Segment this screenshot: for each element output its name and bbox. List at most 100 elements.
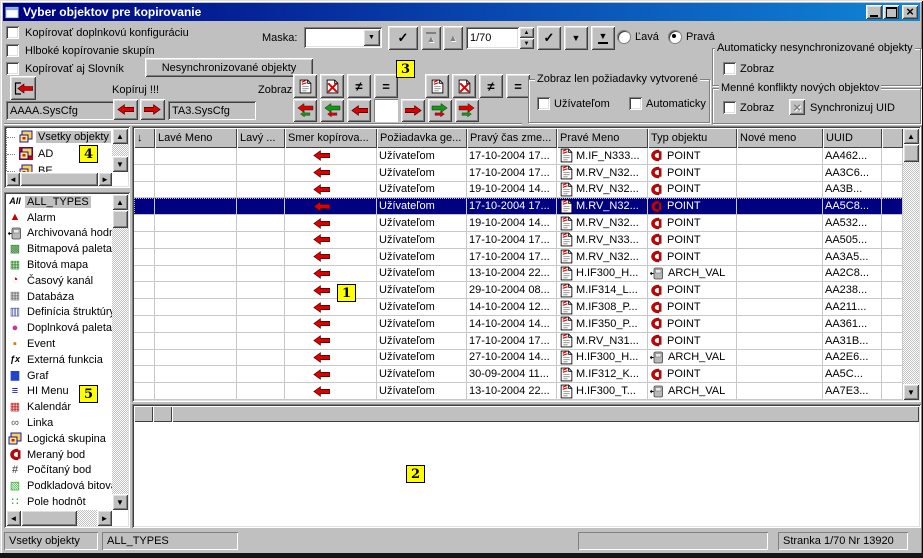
types-list-item[interactable]: ▩Bitmapová paleta xyxy=(6,241,112,257)
filter-dir-left-button[interactable] xyxy=(347,99,371,122)
table-column-header[interactable]: Smer kopírova... xyxy=(285,128,377,148)
table-row[interactable]: Užívateľom30-09-2004 11...M.IF312_K...PO… xyxy=(134,366,903,383)
table-row[interactable]: Užívateľom19-10-2004 14...M.RV_N32...POI… xyxy=(134,215,903,232)
filter-dir-right-user-button[interactable] xyxy=(428,99,452,122)
copy-selection-left-button[interactable] xyxy=(10,76,36,100)
side-right-radio[interactable] xyxy=(668,30,682,44)
table-scroll-down-button[interactable]: ▼ xyxy=(903,384,919,400)
tree-scroll-right-button[interactable]: ► xyxy=(98,172,112,186)
table-column-header[interactable]: Požiadavka ge... xyxy=(377,128,467,148)
apply-mask-button[interactable]: ✓ xyxy=(388,26,418,50)
types-scroll-left-button[interactable]: ◄ xyxy=(6,510,21,526)
tree-scroll-down-button[interactable]: ▼ xyxy=(112,156,128,172)
table-column-header[interactable]: Pravé Meno xyxy=(557,128,648,148)
table-column-header[interactable]: Typ objektu xyxy=(648,128,737,148)
table-row[interactable]: Užívateľom14-10-2004 12...M.IF308_P...PO… xyxy=(134,299,903,316)
table-row[interactable]: Užívateľom13-10-2004 22...H.IF300_H...AR… xyxy=(134,266,903,283)
page-last-button[interactable]: ▼ xyxy=(591,26,615,50)
table-scroll-up-button[interactable]: ▲ xyxy=(903,128,919,144)
types-scroll-right-button[interactable]: ► xyxy=(97,510,112,526)
tree-scroll-up-button[interactable]: ▲ xyxy=(112,128,128,144)
types-list-item[interactable]: ∷Pole hodnôt xyxy=(6,494,112,510)
types-list-item[interactable]: ▲Alarm xyxy=(6,210,112,226)
filter-dir-right-button[interactable] xyxy=(401,99,425,122)
copy-dictionary-checkbox[interactable] xyxy=(6,62,19,75)
filter-dir-none-button[interactable] xyxy=(374,99,398,122)
filter-dir-right-auto-button[interactable] xyxy=(455,99,479,122)
auto-nonsync-show-checkbox[interactable] xyxy=(723,62,736,75)
types-list-item[interactable]: #Počítaný bod xyxy=(6,463,112,479)
copy-additional-config-checkbox[interactable] xyxy=(6,26,19,39)
page-prev-button[interactable]: ▲ xyxy=(443,26,463,50)
table-vscroll-thumb[interactable] xyxy=(903,144,919,162)
types-list-item[interactable]: Logická skupina xyxy=(6,431,112,447)
copy-to-right-button[interactable] xyxy=(140,99,165,120)
table-row[interactable]: Užívateľom17-10-2004 17...M.IF_N333...PO… xyxy=(134,148,903,165)
table-row[interactable]: Užívateľom17-10-2004 17...M.RV_N32...POI… xyxy=(134,165,903,182)
maximize-button[interactable] xyxy=(883,5,899,19)
types-list-item[interactable]: ▪Event xyxy=(6,336,112,352)
table-row[interactable]: Užívateľom17-10-2004 17...M.RV_N31...POI… xyxy=(134,333,903,350)
types-list-item[interactable]: AllALL_TYPES xyxy=(6,194,112,210)
maska-input[interactable] xyxy=(307,30,361,45)
filter-dir-left-auto-button[interactable] xyxy=(293,99,317,122)
types-list-item[interactable]: ▦Databáza xyxy=(6,289,112,305)
filter-equal-right-button[interactable]: = xyxy=(506,74,530,98)
filter-different-left-button[interactable]: ≠ xyxy=(347,74,371,98)
table-row[interactable]: Užívateľom14-10-2004 14...M.IF350_P...PO… xyxy=(134,316,903,333)
tree-item[interactable]: Vsetky objekty xyxy=(6,128,112,145)
page-first-button[interactable]: ▲ xyxy=(421,26,441,50)
types-list-item[interactable]: ◔Časový kanál xyxy=(6,273,112,289)
types-list-item[interactable]: ▧Podkladová bitová xyxy=(6,478,112,494)
side-left-radio[interactable] xyxy=(617,30,631,44)
filter-deleted-right-button[interactable] xyxy=(452,74,476,98)
deep-copy-groups-checkbox[interactable] xyxy=(6,44,19,57)
filter-deleted-left-button[interactable] xyxy=(320,74,344,98)
types-list-item[interactable]: Archivovaná hodn xyxy=(6,226,112,242)
table-column-header[interactable]: ↓ xyxy=(134,128,155,148)
filter-dir-left-user-button[interactable] xyxy=(320,99,344,122)
types-scroll-down-button[interactable]: ▼ xyxy=(112,494,128,510)
table-row[interactable]: Užívateľom17-10-2004 17...M.RV_N33...POI… xyxy=(134,232,903,249)
table-vscroll-track[interactable] xyxy=(903,162,919,384)
filter-new-requests-right-button[interactable] xyxy=(425,74,449,98)
types-list-item[interactable]: ●Doplnková paleta xyxy=(6,320,112,336)
name-conflicts-show-checkbox[interactable] xyxy=(723,101,736,114)
table-row[interactable]: Užívateľom27-10-2004 14...H.IF300_H...AR… xyxy=(134,350,903,367)
requests-auto-checkbox[interactable] xyxy=(629,97,642,110)
page-spin-up-button[interactable]: ▲ xyxy=(519,27,534,38)
types-list-item[interactable]: ▆Graf xyxy=(6,368,112,384)
page-spin-down-button[interactable]: ▼ xyxy=(519,38,534,49)
table-row[interactable]: Užívateľom17-10-2004 17...M.RV_N32...POI… xyxy=(134,249,903,266)
filter-equal-left-button[interactable]: = xyxy=(374,74,398,98)
table-column-header[interactable]: Pravý čas zme... xyxy=(467,128,557,148)
tree-vscroll-track[interactable] xyxy=(112,144,128,156)
filter-different-right-button[interactable]: ≠ xyxy=(479,74,503,98)
table-row[interactable]: Užívateľom13-10-2004 22...H.IF300_T...AR… xyxy=(134,383,903,400)
table-row[interactable]: Užívateľom19-10-2004 14...M.RV_N32...POI… xyxy=(134,182,903,199)
types-list-item[interactable]: ▦Bitová mapa xyxy=(6,257,112,273)
maska-dropdown-button[interactable]: ▼ xyxy=(363,29,380,46)
table-column-header[interactable]: Nové meno xyxy=(737,128,823,148)
nonsynchronized-objects-button[interactable]: Nesynchronizované objekty xyxy=(145,58,313,77)
tree-item[interactable]: BE xyxy=(6,162,112,172)
types-hscroll-track[interactable] xyxy=(77,510,97,526)
close-button[interactable]: × xyxy=(902,5,918,19)
types-scroll-up-button[interactable]: ▲ xyxy=(112,194,128,210)
copy-to-left-button[interactable] xyxy=(113,99,138,120)
page-next-button[interactable]: ▼ xyxy=(564,26,588,50)
sync-uid-button[interactable]: × xyxy=(789,99,805,115)
types-list-item[interactable]: ∞Linka xyxy=(6,415,112,431)
filter-new-requests-left-button[interactable] xyxy=(293,74,317,98)
go-page-button[interactable]: ✓ xyxy=(537,26,561,50)
tree-hscroll-thumb[interactable] xyxy=(20,172,98,186)
types-hscroll-thumb[interactable] xyxy=(21,510,77,526)
table-column-header[interactable]: UUID xyxy=(823,128,882,148)
maska-combobox[interactable]: ▼ xyxy=(304,27,382,48)
table-row[interactable]: Užívateľom29-10-2004 08...M.IF314_L...PO… xyxy=(134,282,903,299)
page-field[interactable]: 1/70 xyxy=(466,27,519,49)
types-vscroll-thumb[interactable] xyxy=(112,210,128,228)
requests-user-checkbox[interactable] xyxy=(537,97,550,110)
types-vscroll-track[interactable] xyxy=(112,228,128,494)
table-column-header[interactable]: Lavý ... xyxy=(237,128,285,148)
